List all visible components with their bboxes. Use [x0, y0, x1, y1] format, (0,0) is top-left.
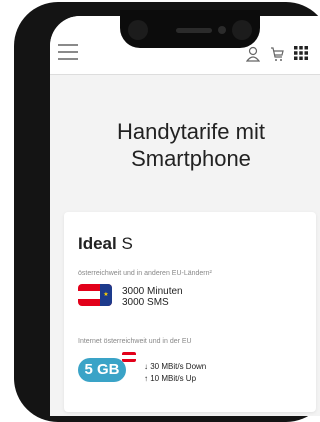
minutes-value: 3000 Minuten — [122, 286, 183, 297]
hero-line-1: Handytarife mit — [117, 119, 265, 144]
speaker-icon — [176, 28, 212, 33]
phone-frame: Handytarife mit Smartphone Ideal S öster… — [14, 2, 320, 422]
sensor-icon — [232, 20, 252, 40]
upload-speed: ↑ 10 MBit/s Up — [144, 374, 197, 383]
sms-value: 3000 SMS — [122, 297, 169, 308]
download-speed: ↓ 30 MBit/s Down — [144, 362, 207, 371]
phone-screen: Handytarife mit Smartphone Ideal S öster… — [50, 16, 320, 416]
upload-speed-value: 10 MBit/s Up — [150, 374, 197, 383]
austria-eu-flag-icon: ★ — [78, 284, 112, 306]
front-camera-icon — [218, 26, 226, 34]
cart-icon[interactable] — [270, 46, 284, 62]
data-volume-badge: 5 GB — [78, 358, 126, 382]
hero-heading: Handytarife mit Smartphone — [50, 118, 320, 172]
tariff-card[interactable]: Ideal S österreichweit und in anderen EU… — [64, 212, 316, 412]
internet-text: Internet österreichweit und in der EU — [78, 338, 192, 345]
hamburger-icon[interactable] — [58, 44, 78, 60]
hero-line-2: Smartphone — [131, 146, 251, 171]
tariff-title: Ideal S — [78, 234, 133, 254]
minutes-sms: 3000 Minuten 3000 SMS — [122, 286, 183, 308]
grid-icon[interactable] — [294, 46, 308, 60]
tariff-size: S — [121, 234, 133, 253]
camera-icon — [128, 20, 148, 40]
download-speed-value: 30 MBit/s Down — [150, 362, 207, 371]
user-icon[interactable] — [246, 46, 260, 62]
austria-flag-icon — [122, 352, 136, 362]
tariff-name: Ideal — [78, 234, 117, 253]
coverage-text: österreichweit und in anderen EU-Ländern… — [78, 270, 212, 277]
